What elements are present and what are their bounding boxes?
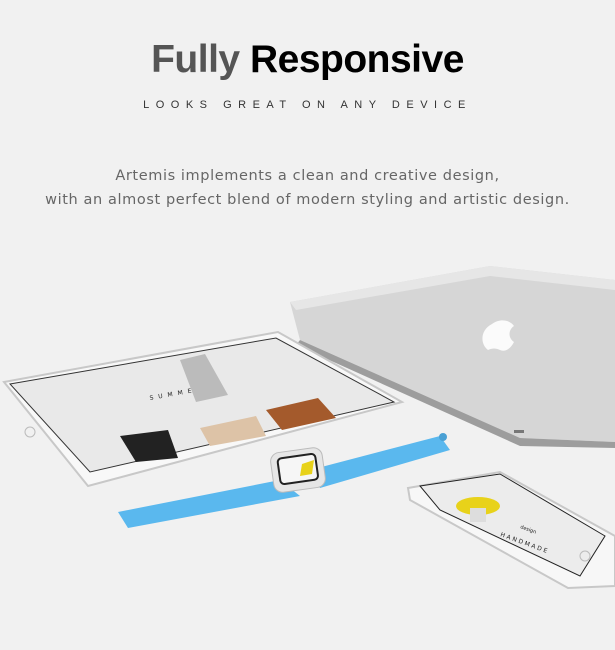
description: Artemis implements a clean and creative … <box>0 164 615 212</box>
description-line-1: Artemis implements a clean and creative … <box>115 168 500 184</box>
laptop-image <box>290 266 615 448</box>
page-title: Fully Responsive <box>0 38 615 82</box>
devices-illustration: SUMMER HANDMADE design <box>2 266 615 590</box>
subtitle: LOOKS GREAT ON ANY DEVICE <box>143 99 472 111</box>
description-line-2: with an almost perfect blend of modern s… <box>45 192 570 208</box>
title-light: Fully <box>151 38 240 81</box>
phone-image: HANDMADE design <box>406 470 615 590</box>
home-button-icon <box>24 426 36 438</box>
title-bold: Responsive <box>249 38 464 81</box>
